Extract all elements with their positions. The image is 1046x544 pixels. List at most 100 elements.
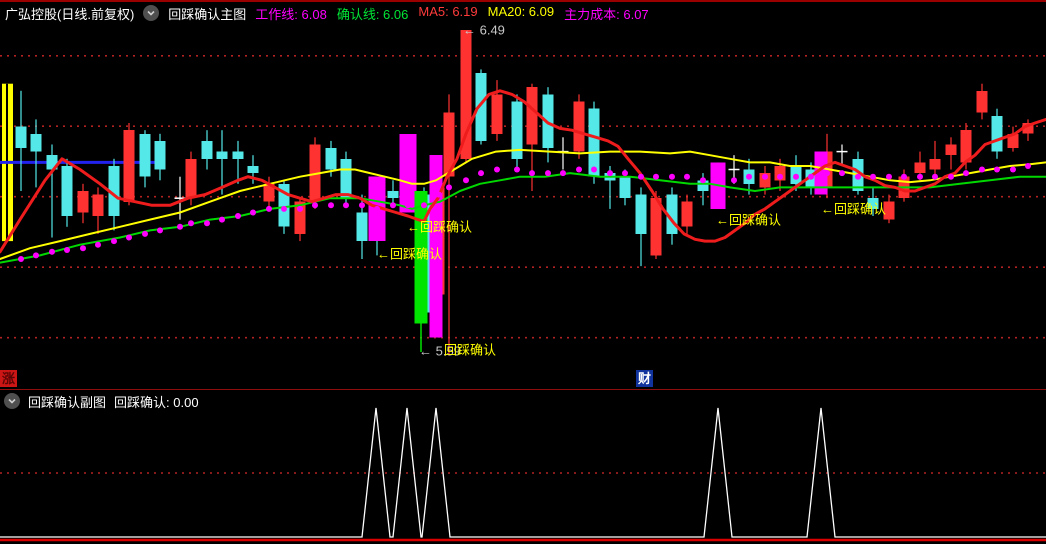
cost-dot — [463, 177, 469, 184]
sub-chart[interactable] — [0, 390, 1046, 544]
pullback-annotation: ←回踩确认 — [716, 212, 781, 227]
sub-indicator-name: 回踩确认副图 — [28, 394, 107, 410]
cost-dot — [359, 202, 365, 209]
panel-separator — [0, 389, 1046, 390]
cost-dot — [235, 213, 241, 219]
sub-field-label: 回踩确认: — [114, 394, 170, 410]
cost-dot — [545, 170, 551, 177]
cost-dot — [762, 173, 768, 180]
candle-body — [619, 176, 631, 199]
cost-dot — [312, 202, 318, 209]
cost-dot — [979, 166, 985, 173]
working-line-red — [0, 89, 1046, 254]
cost-dot — [494, 166, 500, 173]
candle-body — [92, 194, 104, 217]
candle-body — [325, 148, 337, 170]
cost-dot — [478, 170, 484, 177]
cost-dot — [95, 241, 101, 248]
candle-body — [216, 151, 228, 159]
cost-dot — [281, 205, 287, 212]
candle-body — [387, 191, 399, 199]
indicator-values: 工作线: 6.08 确认线: 6.06 MA5: 6.19 MA20: 6.09 主力成… — [255, 4, 648, 23]
cost-dot — [653, 173, 659, 180]
pullback-annotation: ←回踩确认 — [821, 201, 886, 216]
cost-dot — [421, 202, 427, 209]
cost-dot — [514, 166, 520, 173]
cost-dot — [1010, 166, 1016, 173]
candle-body — [139, 133, 151, 177]
cost-dot — [297, 205, 303, 212]
cost-dot — [111, 238, 117, 245]
cost-dot — [994, 166, 1000, 173]
candle-body — [15, 126, 27, 149]
ticker-badge-finance: 财 — [636, 370, 653, 387]
cost-dot — [870, 173, 876, 180]
cost-dot — [177, 223, 183, 230]
cost-dot — [390, 202, 396, 209]
chevron-down-icon[interactable] — [143, 5, 160, 21]
cost-dot — [824, 170, 830, 177]
candle-body — [61, 166, 73, 217]
cost-dot — [33, 252, 39, 259]
header-field: MA5: 6.19 — [418, 3, 478, 19]
candle-body — [77, 191, 89, 213]
cost-dot — [948, 173, 954, 180]
candle-body — [123, 130, 135, 202]
header-field: 工作线: 6.08 — [255, 6, 327, 22]
cost-dot — [529, 170, 535, 177]
cost-dot — [157, 227, 163, 234]
cost-dot — [126, 234, 132, 241]
cost-dot — [963, 170, 969, 177]
cost-dot — [700, 177, 706, 184]
cost-dot — [746, 173, 752, 180]
signal-overlay-bar — [399, 133, 417, 213]
cost-dot — [204, 220, 210, 227]
chevron-down-icon[interactable] — [4, 393, 20, 409]
cost-dot — [1025, 163, 1031, 169]
sub-field-value: 0.00 — [173, 394, 199, 410]
cost-dot — [607, 170, 613, 177]
sub-chart-header: 回踩确认副图 回踩确认: 0.00 — [0, 392, 199, 410]
main-chart[interactable]: ← 6.49←回踩确认←回踩确认← 5.59回踩确认←回踩确认←回踩确认 — [0, 0, 1046, 370]
cost-dot — [901, 173, 907, 180]
cost-dot — [638, 173, 644, 180]
cost-dot — [142, 230, 148, 237]
cost-dot — [266, 205, 272, 212]
candle-body — [491, 94, 503, 134]
cost-dot — [219, 216, 225, 223]
candle-body — [201, 140, 213, 159]
stock-title: 广弘控股(日线.前复权) — [5, 6, 135, 22]
pullback-annotation: ←回踩确认 — [377, 246, 442, 261]
cost-dot — [18, 256, 24, 262]
cost-dot — [343, 202, 349, 209]
cost-dot — [188, 220, 194, 227]
candle-body — [914, 162, 926, 174]
candle-body — [247, 166, 259, 174]
cost-dot — [808, 173, 814, 180]
candle-body — [635, 194, 647, 234]
stock-chart-window: 广弘控股(日线.前复权) 回踩确认主图 工作线: 6.08 确认线: 6.06 MA… — [0, 0, 1046, 544]
cost-dot — [576, 166, 582, 173]
candle-body — [991, 115, 1003, 152]
candle-body — [929, 158, 941, 170]
cost-dot — [715, 177, 721, 184]
cost-dot — [886, 173, 892, 180]
cost-dot — [793, 173, 799, 180]
cost-dot — [932, 173, 938, 180]
sub-indicator-value: 回踩确认: 0.00 — [114, 392, 199, 411]
pullback-annotation: ← 6.49 — [463, 22, 505, 37]
cost-dot — [374, 205, 380, 212]
main-indicator-name: 回踩确认主图 — [168, 6, 247, 22]
cost-dot — [917, 173, 923, 180]
cost-dot — [560, 170, 566, 177]
cost-dot — [49, 248, 55, 255]
candle-body — [356, 212, 368, 242]
header-field: 主力成本: 6.07 — [564, 6, 649, 22]
cost-dot — [855, 173, 861, 180]
cost-dot — [731, 177, 737, 184]
candle-body — [232, 151, 244, 159]
candle-body — [185, 158, 197, 199]
cost-dot — [622, 170, 628, 177]
candle-body — [976, 90, 988, 113]
candle-body — [681, 201, 693, 227]
